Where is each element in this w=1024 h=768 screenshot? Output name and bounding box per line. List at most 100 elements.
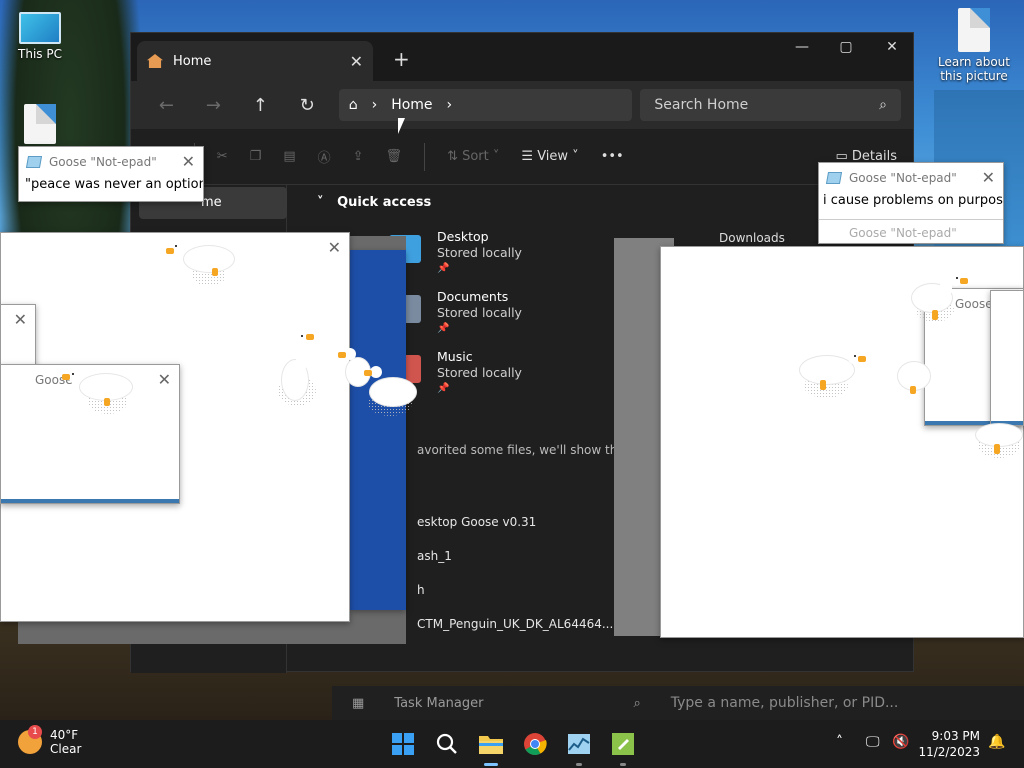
notepad-titlebar[interactable]: Goose "Not-epad" [819,163,1003,193]
window-title: Goose "Not-epad" [849,226,957,240]
chrome-icon [524,733,547,755]
file-explorer-taskbar-button[interactable] [477,730,505,766]
more-button[interactable]: ••• [601,149,624,164]
task-manager-title: Task Manager [394,695,484,711]
moon-icon: 1 [18,725,42,754]
share-icon[interactable]: ⇪ [353,149,364,164]
goose-sprite [338,340,418,420]
desktop-icon-label: This PC [18,47,62,61]
quick-access-label: Quick access [337,195,432,210]
home-icon [147,54,163,68]
rename-icon[interactable]: Ⓐ [318,147,331,166]
chrome-taskbar-button[interactable] [521,730,549,758]
tab-bar: Home ✕ + — ▢ ✕ [131,33,913,81]
quick-access-header[interactable]: ˅ Quick access [317,195,431,210]
close-icon[interactable]: ✕ [350,52,363,71]
window-border [1,499,179,503]
notepad-text[interactable]: i cause problems on purpose [821,193,1003,208]
close-button[interactable]: ✕ [869,39,915,55]
notepad-window[interactable]: Goose "Not-epad" ✕ i cause problems on p… [818,162,1004,244]
volume-muted-icon[interactable]: 🔇 [892,734,909,750]
new-tab-button[interactable]: + [393,47,410,71]
quick-access-item-downloads[interactable]: Downloads [719,231,785,245]
system-clock[interactable]: 9:03 PM 11/2/2023 [918,728,980,760]
tab-label: Home [173,53,212,69]
desktop-icon-this-pc[interactable]: This PC [0,12,80,61]
view-button[interactable]: ☰ View ˅ [521,149,578,164]
item-location: Stored locally [437,305,522,320]
desktop-icon-label: Learn about this picture [938,55,1010,83]
back-arrow-icon[interactable]: ← [143,95,190,116]
search-icon [436,733,457,754]
view-label: View [537,149,569,164]
search-button[interactable] [433,730,461,758]
notification-badge: 1 [28,725,42,739]
folder-icon [479,736,503,754]
copy-icon[interactable]: ❐ [250,149,262,164]
close-icon[interactable]: ✕ [14,310,27,329]
recent-item[interactable]: CTM_Penguin_UK_DK_AL64464... [417,617,613,631]
maximize-button[interactable]: ▢ [823,39,869,55]
image-window-fragment [350,250,406,610]
start-button[interactable] [389,730,417,758]
notification-bell-icon[interactable]: 🔔 [988,734,1005,750]
weather-condition: Clear [50,742,82,756]
close-icon[interactable]: ✕ [158,370,171,389]
address-bar[interactable]: ⌂ › Home › [338,89,633,121]
minimize-button[interactable]: — [779,39,825,55]
delete-icon[interactable]: 🗑 [386,149,403,164]
desktop-icon-learn-picture[interactable]: Learn about this picture [934,8,1014,83]
sort-button[interactable]: ⇅ Sort ˅ [447,149,499,164]
file-icon [958,8,990,52]
chevron-up-icon[interactable]: ˄ [836,734,843,750]
breadcrumb-home[interactable]: Home [391,97,432,113]
clock-date: 11/2/2023 [918,745,980,759]
recent-item[interactable]: h [417,583,425,597]
quick-access-item[interactable]: Documents Stored locally 📌 [437,289,522,337]
network-icon[interactable]: 🖵 [866,734,880,750]
chevron-right-icon[interactable]: › [447,97,453,113]
close-icon[interactable]: ✕ [982,168,995,187]
quick-access-item[interactable]: Music Stored locally 📌 [437,349,522,397]
paste-icon[interactable]: ▤ [283,149,295,164]
windows-logo-icon [392,733,414,755]
search-input[interactable]: Search Home ⌕ [640,89,902,121]
pin-icon: 📌 [437,323,450,334]
recent-item[interactable]: ash_1 [417,549,452,563]
cut-icon[interactable]: ✂ [217,149,228,164]
search-icon: ⌕ [879,97,888,113]
task-manager-taskbar-button[interactable] [565,730,593,766]
chevron-down-icon: ˅ [317,195,324,210]
quick-access-item[interactable]: Desktop Stored locally 📌 [437,229,522,277]
desktop-icon-file[interactable] [0,104,80,147]
favorites-empty-message: avorited some files, we'll show them [417,443,637,457]
notepad-window[interactable]: Goose "Not-epad" ✕ "peace was never an o… [18,146,204,202]
notepad-titlebar[interactable]: Goose "Not-epad" [19,147,203,177]
recent-item[interactable]: esktop Goose v0.31 [417,515,536,529]
notepad-icon [25,156,43,168]
weather-widget[interactable]: 1 40°F Clear [18,725,82,756]
goose-sprite [974,422,1024,462]
window-title: Goose "Not-epad" [49,155,157,169]
task-manager-search-input[interactable]: Type a name, publisher, or PID... [671,695,899,711]
notepad-text[interactable]: "peace was never an option" [21,177,203,192]
notepad-window-behind[interactable]: Goose "Not-epad" [819,219,1003,243]
goose-sprite [62,366,138,414]
item-name: Music [437,349,473,364]
sort-label: Sort [462,149,489,164]
refresh-icon[interactable]: ↻ [284,95,331,116]
goose-taskbar-button[interactable] [609,730,637,766]
navigation-bar: ← → ↑ ↻ ⌂ › Home › Search Home ⌕ [131,81,913,129]
close-icon[interactable]: ✕ [328,238,341,257]
up-arrow-icon[interactable]: ↑ [237,95,284,116]
pin-icon: 📌 [437,263,450,274]
notepad-icon [825,172,843,184]
search-icon: ⌕ [633,695,641,711]
clock-time: 9:03 PM [931,729,980,743]
goose-window[interactable] [990,290,1024,426]
task-manager-icon [568,734,590,754]
forward-arrow-icon[interactable]: → [190,95,237,116]
goose-app-icon [612,733,634,755]
close-icon[interactable]: ✕ [182,152,195,171]
tab-home[interactable]: Home ✕ [137,41,373,81]
